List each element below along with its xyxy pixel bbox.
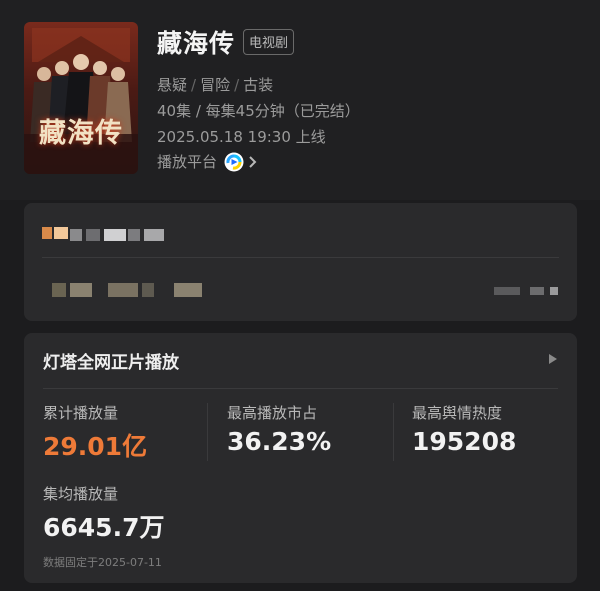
stat-avg-plays-per-episode: 集均播放量 6645.7万 [43, 483, 164, 544]
episode-info: 40集 / 每集45分钟（已完结） [157, 102, 360, 120]
poster-artwork [24, 28, 138, 174]
show-header: 藏海传 藏海传 电视剧 悬疑 / 冒险 / 古装 40集 / 每集45分钟（已完结） 2… [0, 0, 600, 200]
blurred-content [142, 283, 154, 297]
blurred-content [42, 227, 52, 239]
stat-total-plays: 累计播放量 29.01亿 [43, 402, 147, 463]
stat-value: 195208 [412, 427, 517, 456]
card-title: 灯塔全网正片播放 [43, 353, 179, 373]
stat-divider [393, 403, 394, 461]
stat-label: 最高舆情热度 [412, 404, 503, 422]
blurred-content [70, 229, 82, 241]
stat-value: 6645.7万 [43, 513, 165, 542]
stat-value: 36.23% [227, 427, 332, 456]
stat-label: 最高播放市占 [227, 404, 318, 422]
stat-peak-market-share: 最高播放市占 36.23% [227, 402, 331, 456]
blurred-content [86, 229, 100, 241]
poster-title: 藏海传 [39, 118, 123, 149]
genre-tag: 古装 [243, 76, 274, 94]
genre-separator: / [234, 76, 240, 94]
blurred-content [128, 229, 140, 241]
show-title: 藏海传 [157, 29, 236, 58]
youku-logo-icon [224, 152, 244, 171]
blurred-content [70, 283, 92, 297]
show-poster[interactable]: 藏海传 [24, 22, 138, 174]
blurred-content [494, 287, 520, 295]
genre-tag: 悬疑 [157, 76, 188, 94]
title-row: 藏海传 电视剧 [157, 24, 295, 60]
release-info: 2025.05.18 19:30 上线 [157, 128, 326, 146]
stat-value: 29.01亿 [43, 432, 148, 461]
stat-label: 累计播放量 [43, 404, 119, 422]
genre-separator: / [191, 76, 197, 94]
expand-arrow-icon[interactable] [549, 354, 557, 364]
chevron-right-icon [249, 155, 257, 168]
blurred-content [174, 283, 202, 297]
blurred-content [530, 287, 544, 295]
blurred-content [550, 287, 558, 295]
platform-label: 播放平台 [157, 153, 218, 171]
genre-tag: 冒险 [200, 76, 231, 94]
type-badge: 电视剧 [243, 29, 295, 55]
blurred-content [144, 229, 164, 241]
card-divider [42, 257, 559, 258]
blurred-content [54, 227, 68, 239]
card-divider [43, 388, 558, 389]
blurred-content [52, 283, 66, 297]
stat-label: 集均播放量 [43, 485, 119, 503]
stat-peak-sentiment-heat: 最高舆情热度 195208 [412, 402, 516, 456]
blurred-content [108, 283, 138, 297]
stat-divider [207, 403, 208, 461]
platform-row[interactable]: 播放平台 [157, 151, 258, 172]
blurred-content [104, 229, 126, 241]
playback-stats-card: 灯塔全网正片播放 累计播放量 29.01亿 最高播放市占 36.23% 最高舆情… [24, 333, 577, 583]
blurred-info-card [24, 203, 577, 321]
data-fixed-date-note: 数据固定于2025-07-11 [43, 556, 162, 569]
genre-line: 悬疑 / 冒险 / 古装 [157, 74, 273, 95]
